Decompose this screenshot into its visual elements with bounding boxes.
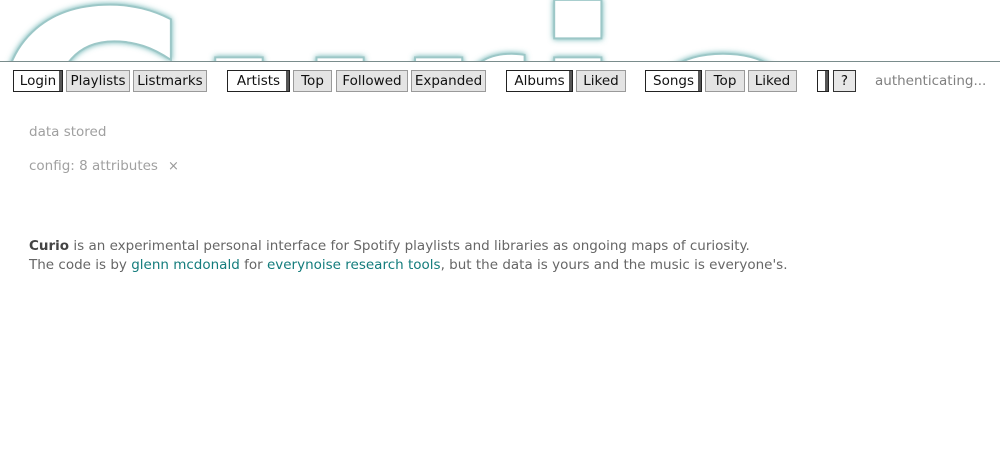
curio-logo: Curio bbox=[0, 0, 822, 62]
about-text: Curio is an experimental personal interf… bbox=[29, 237, 969, 275]
playlists-button[interactable]: Playlists bbox=[66, 70, 130, 92]
help-button[interactable]: ? bbox=[833, 70, 856, 92]
login-button[interactable]: Login bbox=[13, 70, 63, 92]
listmarks-button[interactable]: Listmarks bbox=[133, 70, 207, 92]
about-line-2: The code is by glenn mcdonald for everyn… bbox=[29, 256, 969, 275]
about-line-1: Curio is an experimental personal interf… bbox=[29, 237, 969, 256]
blank-toggle-button[interactable] bbox=[817, 70, 829, 92]
songs-top-button[interactable]: Top bbox=[705, 70, 745, 92]
expanded-button[interactable]: Expanded bbox=[411, 70, 486, 92]
about-line-2-mid: for bbox=[239, 257, 267, 273]
banner-logo-text: Curio bbox=[0, 0, 822, 62]
artists-button[interactable]: Artists bbox=[227, 70, 290, 92]
config-close-icon[interactable]: × bbox=[168, 159, 179, 174]
followed-button[interactable]: Followed bbox=[336, 70, 408, 92]
config-row: config: 8 attributes × bbox=[29, 158, 179, 174]
main-toolbar: Login Playlists Listmarks Artists Top Fo… bbox=[0, 68, 1000, 94]
songs-liked-button[interactable]: Liked bbox=[748, 70, 797, 92]
data-stored-label: data stored bbox=[29, 124, 107, 140]
about-brand: Curio bbox=[29, 238, 70, 254]
albums-button[interactable]: Albums bbox=[506, 70, 573, 92]
curio-banner: Curio bbox=[0, 0, 1000, 62]
author-link[interactable]: glenn mcdonald bbox=[131, 257, 240, 273]
about-line-1-text: is an experimental personal interface fo… bbox=[69, 238, 750, 254]
songs-button[interactable]: Songs bbox=[645, 70, 702, 92]
artists-top-button[interactable]: Top bbox=[293, 70, 332, 92]
everynoise-tools-link[interactable]: everynoise research tools bbox=[267, 257, 441, 273]
auth-status: authenticating... bbox=[875, 73, 987, 89]
about-line-2-start: The code is by bbox=[29, 257, 132, 273]
config-label: config: 8 attributes bbox=[29, 158, 158, 174]
about-line-2-end: , but the data is yours and the music is… bbox=[440, 257, 788, 273]
albums-liked-button[interactable]: Liked bbox=[576, 70, 626, 92]
